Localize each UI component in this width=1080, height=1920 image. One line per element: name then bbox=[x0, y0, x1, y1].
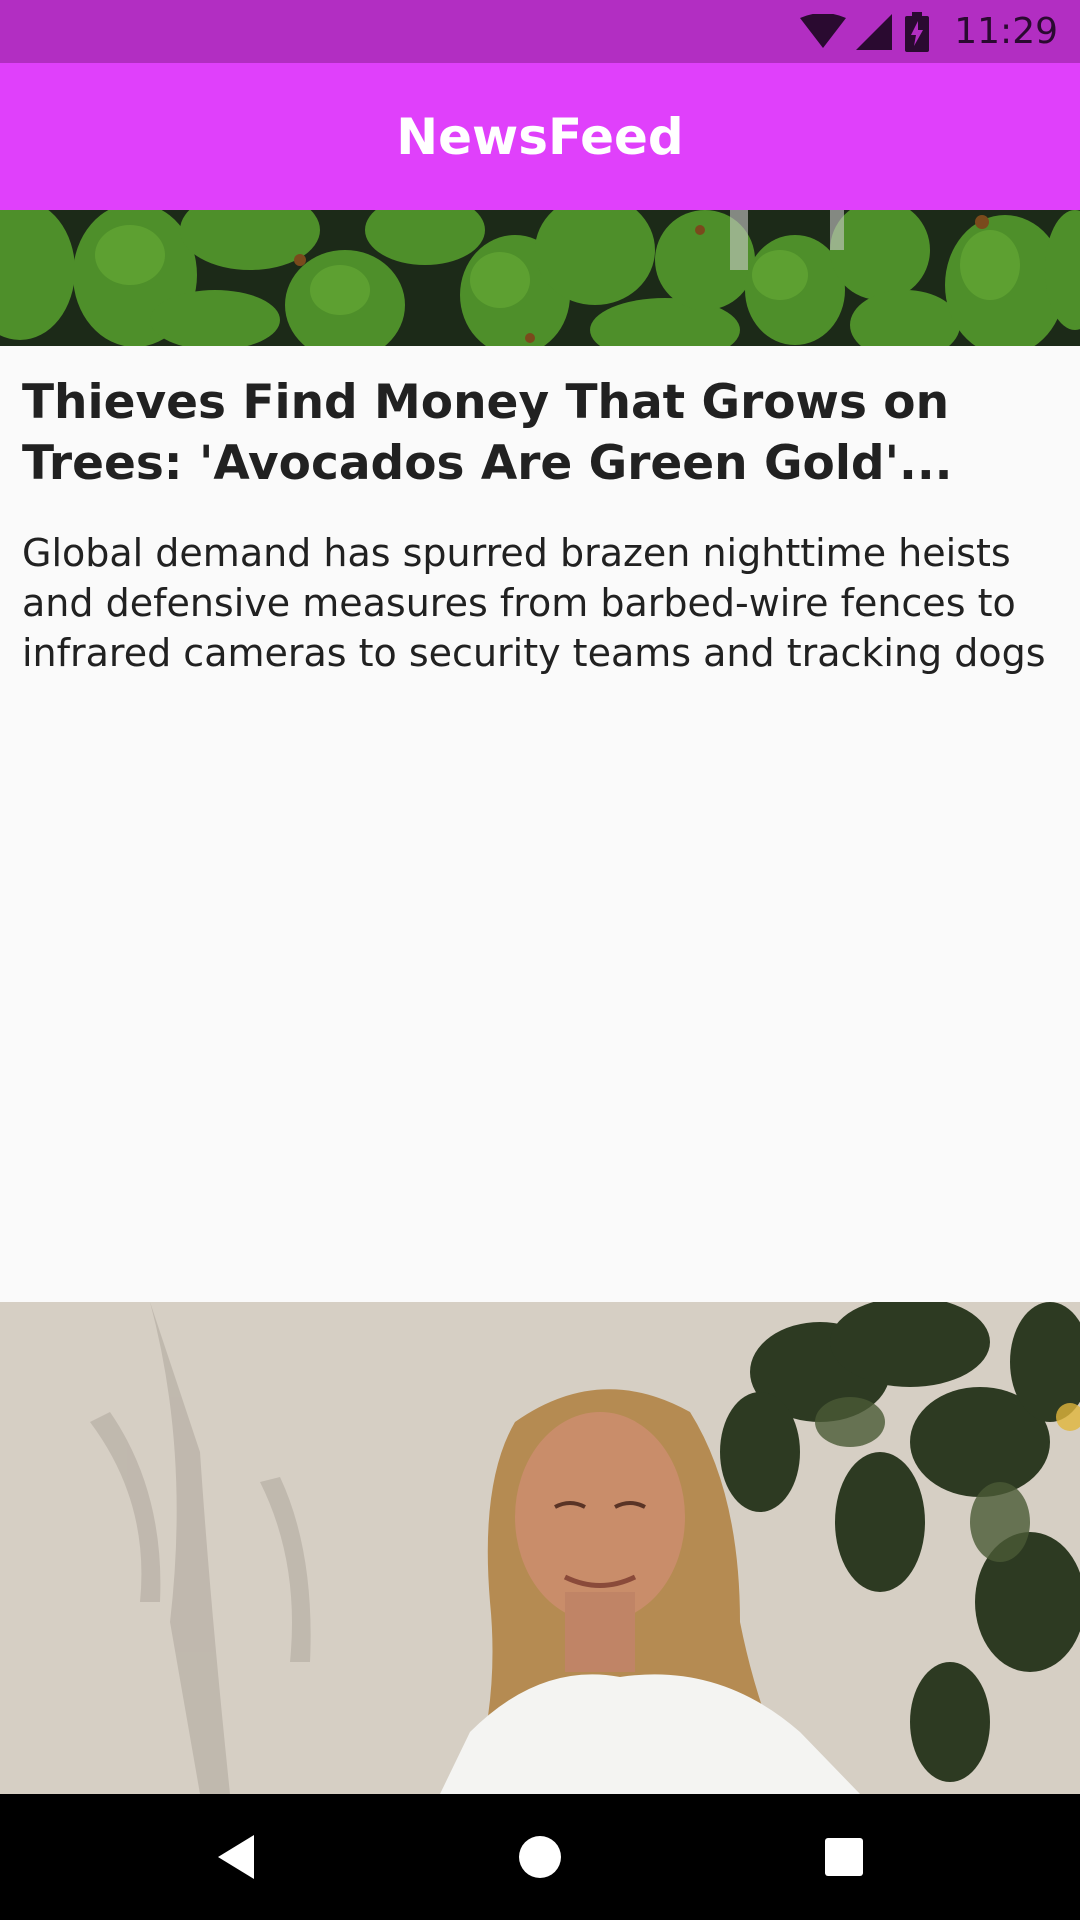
status-time: 11:29 bbox=[954, 11, 1058, 52]
back-icon bbox=[218, 1835, 254, 1879]
status-bar: 11:29 bbox=[0, 0, 1080, 63]
news-feed-list[interactable]: Thieves Find Money That Grows on Trees: … bbox=[0, 210, 1080, 1794]
status-icons: 11:29 bbox=[800, 11, 1058, 52]
app-bar: NewsFeed bbox=[0, 63, 1080, 210]
article-title[interactable]: Thieves Find Money That Grows on Trees: … bbox=[22, 372, 1042, 494]
avocados-photo bbox=[0, 210, 1080, 346]
recents-icon bbox=[825, 1838, 863, 1876]
article-description: Global demand has spurred brazen nightti… bbox=[22, 531, 1046, 675]
article-image-avocados[interactable] bbox=[0, 210, 1080, 346]
system-nav-bar bbox=[0, 1794, 1080, 1920]
article-image-woman[interactable] bbox=[0, 1302, 1080, 1794]
back-button[interactable] bbox=[176, 1794, 296, 1920]
woman-portrait-photo bbox=[0, 1302, 1080, 1794]
wifi-icon bbox=[800, 13, 847, 48]
home-button[interactable] bbox=[480, 1794, 600, 1920]
battery-charging-icon bbox=[905, 11, 930, 52]
recents-button[interactable] bbox=[784, 1794, 904, 1920]
home-icon bbox=[519, 1836, 561, 1878]
app-title: NewsFeed bbox=[396, 107, 684, 166]
cell-signal-icon bbox=[856, 13, 893, 50]
